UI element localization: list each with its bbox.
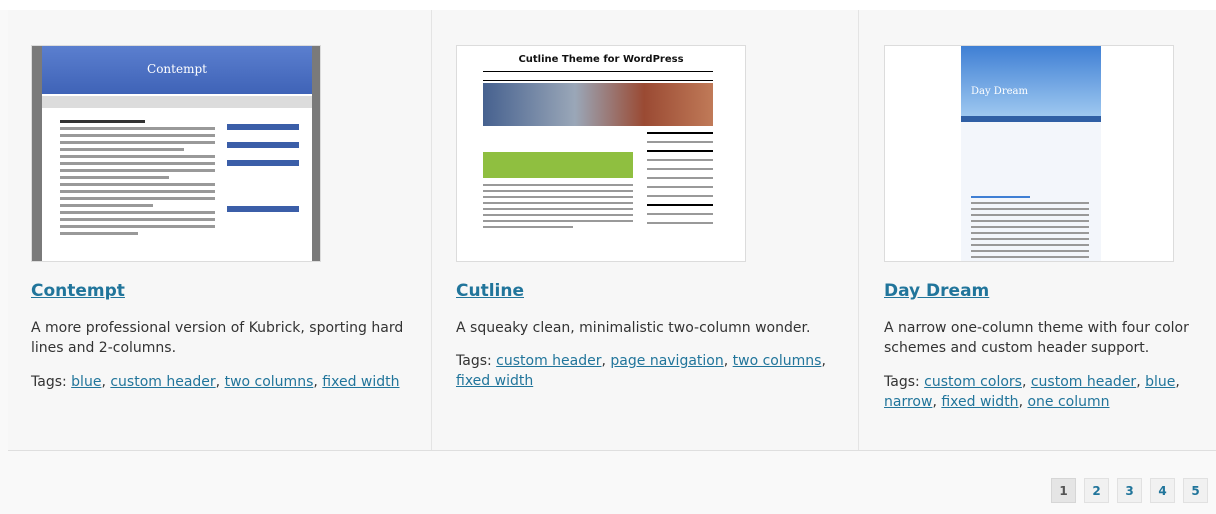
thumb-sidebar: [647, 132, 713, 231]
thumb-text-lines: [971, 196, 1089, 261]
tag-link[interactable]: fixed width: [941, 394, 1018, 410]
theme-name-link[interactable]: Contempt: [31, 281, 125, 301]
tag-link[interactable]: two columns: [733, 353, 822, 369]
theme-description: A more professional version of Kubrick, …: [31, 320, 404, 356]
theme-name-link[interactable]: Cutline: [456, 281, 524, 301]
theme-browser: Contempt Contempt A more professional ve…: [0, 0, 1216, 514]
page-link[interactable]: 3: [1117, 478, 1142, 503]
thumb-header: [961, 46, 1101, 116]
theme-description: A narrow one-column theme with four colo…: [884, 320, 1189, 356]
thumb-text-lines: [483, 184, 633, 232]
tags-label: Tags:: [884, 374, 920, 390]
divider: [8, 450, 1216, 451]
thumb-text-lines: [60, 120, 215, 239]
tag-link[interactable]: blue: [1145, 374, 1175, 390]
tags-label: Tags:: [31, 374, 67, 390]
thumb-nav: [483, 71, 713, 81]
thumb-photo: [483, 83, 713, 126]
page-link[interactable]: 4: [1150, 478, 1175, 503]
thumb-header: Contempt: [42, 46, 312, 94]
tags-label: Tags:: [456, 353, 492, 369]
tag-link[interactable]: blue: [71, 374, 101, 390]
tag-link[interactable]: one column: [1027, 394, 1109, 410]
thumb-title: Contempt: [147, 62, 207, 76]
theme-tags: Tags: blue, custom header, two columns, …: [31, 374, 400, 390]
theme-grid: Contempt Contempt A more professional ve…: [8, 10, 1216, 450]
thumb-title: Day Dream: [971, 86, 1028, 97]
thumb-sidebar: [227, 124, 299, 224]
tag-link[interactable]: custom header: [110, 374, 215, 390]
top-strip: [0, 0, 1216, 10]
tag-link[interactable]: fixed width: [456, 373, 533, 389]
thumb-title: Cutline Theme for WordPress: [518, 54, 684, 65]
thumb-nav: [961, 116, 1101, 122]
theme-card-cutline: Cutline Theme for WordPress Cutline A sq…: [432, 10, 859, 450]
tag-link[interactable]: custom colors: [924, 374, 1022, 390]
tag-link[interactable]: custom header: [1031, 374, 1136, 390]
theme-card-day-dream: Day Dream Day Dream A narrow one-column …: [859, 10, 1216, 450]
theme-tags: Tags: custom header, page navigation, tw…: [456, 353, 826, 389]
pagination: 1 2 3 4 5: [1051, 478, 1208, 503]
page-link-current[interactable]: 1: [1051, 478, 1076, 503]
tag-link[interactable]: narrow: [884, 394, 932, 410]
theme-name-link[interactable]: Day Dream: [884, 281, 989, 301]
theme-card-contempt: Contempt Contempt A more professional ve…: [8, 10, 432, 450]
tag-link[interactable]: two columns: [225, 374, 314, 390]
theme-screenshot-day-dream[interactable]: Day Dream: [884, 45, 1174, 262]
theme-screenshot-contempt[interactable]: Contempt: [31, 45, 321, 262]
tag-link[interactable]: page navigation: [610, 353, 723, 369]
page-link[interactable]: 2: [1084, 478, 1109, 503]
tag-link[interactable]: custom header: [496, 353, 601, 369]
thumb-oranges-image: [483, 152, 633, 178]
theme-description: A squeaky clean, minimalistic two-column…: [456, 320, 811, 336]
tag-link[interactable]: fixed width: [322, 374, 399, 390]
theme-tags: Tags: custom colors, custom header, blue…: [884, 374, 1180, 410]
theme-screenshot-cutline[interactable]: Cutline Theme for WordPress: [456, 45, 746, 262]
thumb-nav: [42, 96, 312, 108]
page-link[interactable]: 5: [1183, 478, 1208, 503]
